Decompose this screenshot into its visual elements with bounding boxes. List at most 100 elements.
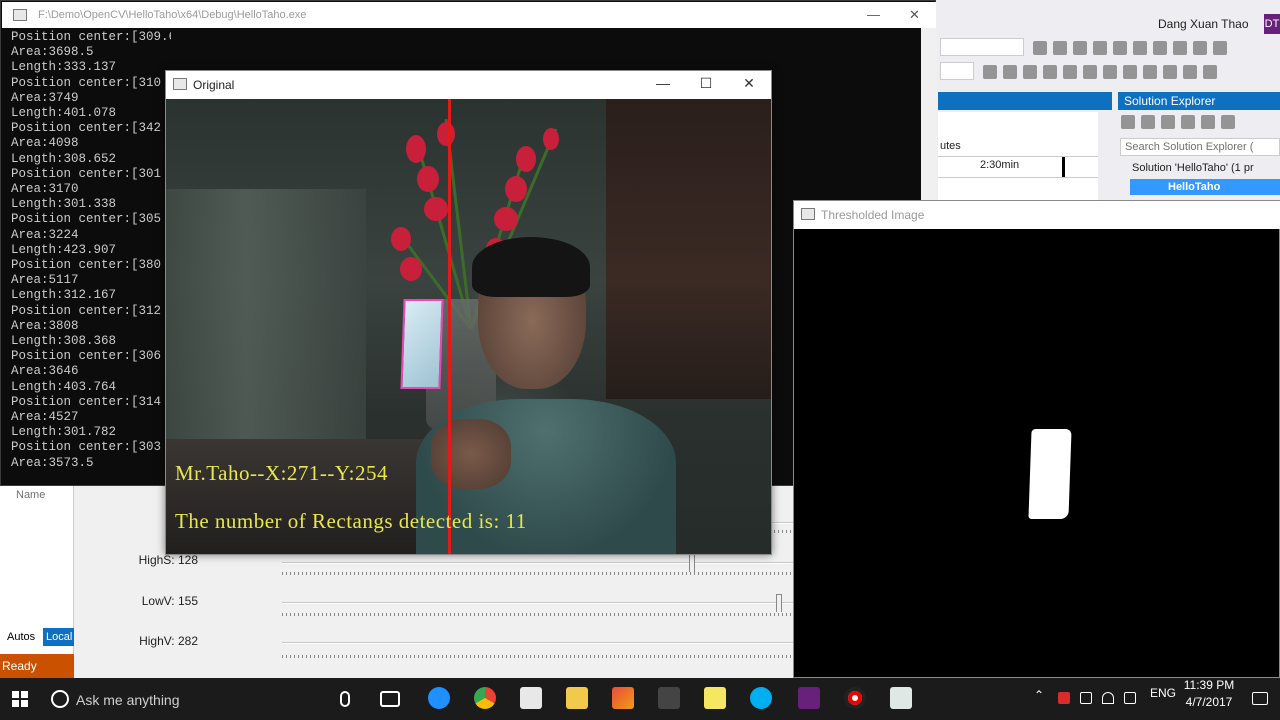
task-view-icon[interactable] [380, 691, 400, 707]
original-window: Original — ☐ ✕ Mr.Taho--X:271--Y:254 The [165, 70, 772, 555]
toolbar-icon[interactable] [1093, 41, 1107, 55]
edge-icon[interactable] [428, 687, 450, 709]
visual-studio-icon[interactable] [798, 687, 820, 709]
toolbar-icon[interactable] [1023, 65, 1037, 79]
console-line: Area:3698.5 [11, 45, 94, 60]
app-icon[interactable] [520, 687, 542, 709]
search-placeholder: Ask me anything [76, 692, 180, 708]
console-line: Position center:[342 [11, 121, 162, 136]
toolbar-icon[interactable] [1113, 41, 1127, 55]
toolbar-icon[interactable] [1053, 41, 1067, 55]
toolbar-icon[interactable] [1163, 65, 1177, 79]
thresholded-title-bar[interactable]: Thresholded Image [794, 201, 1280, 229]
highs-slider-thumb[interactable] [689, 554, 696, 572]
vs-user-name[interactable]: Dang Xuan Thao [1158, 17, 1249, 31]
original-title-bar[interactable]: Original — ☐ ✕ [166, 71, 771, 99]
threshold-blob [1028, 429, 1072, 519]
background-shelf [606, 99, 771, 399]
file-explorer-icon[interactable] [566, 687, 588, 709]
status-bar: Ready [0, 654, 74, 678]
app-icon[interactable] [658, 687, 680, 709]
start-button[interactable] [12, 691, 28, 707]
close-icon[interactable]: ✕ [909, 7, 920, 23]
app-icon[interactable] [612, 687, 634, 709]
app-window-icon[interactable] [890, 687, 912, 709]
lowv-label: LowV: 155 [141, 594, 198, 608]
toolbar-icon[interactable] [1033, 41, 1047, 55]
toolbar-icon[interactable] [1103, 65, 1117, 79]
overlay-coordinates: Mr.Taho--X:271--Y:254 [175, 461, 388, 485]
highs-track[interactable] [282, 562, 866, 564]
collapse-icon[interactable] [1221, 115, 1235, 129]
highv-ticks [282, 655, 866, 658]
console-line: Length:403.764 [11, 379, 117, 394]
solution-node[interactable]: Solution 'HelloTaho' (1 pr [1132, 162, 1254, 174]
overlay-rect-count: The number of Rectangs detected is: 11 [175, 509, 527, 533]
toolbar-icon[interactable] [983, 65, 997, 79]
chrome-icon[interactable] [474, 687, 496, 709]
close-icon[interactable]: ✕ [737, 75, 761, 92]
console-line: Area:3808 [11, 318, 79, 333]
tab-autos[interactable]: Autos [4, 628, 42, 646]
antivirus-icon[interactable] [1058, 692, 1070, 704]
console-line: Area:3170 [11, 182, 79, 197]
console-line: Position center:[306 [11, 349, 162, 364]
project-node[interactable]: HelloTaho [1130, 179, 1280, 195]
clock-date[interactable]: 4/7/2017 [1182, 695, 1236, 709]
toolbar-icon[interactable] [1073, 41, 1087, 55]
console-line: Area:3749 [11, 90, 79, 105]
console-line: Length:423.907 [11, 242, 117, 257]
maximize-icon[interactable]: ☐ [694, 75, 718, 92]
toolbar-icon[interactable] [1193, 41, 1207, 55]
minimize-icon[interactable]: — [867, 7, 880, 22]
lowv-slider-thumb[interactable] [775, 594, 782, 612]
vs-config-dropdown[interactable] [940, 38, 1024, 56]
toolbar-icon[interactable] [1043, 65, 1057, 79]
chevron-up-icon[interactable]: ⌃ [1034, 688, 1046, 702]
toolbar-icon[interactable] [1143, 65, 1157, 79]
vs-platform-dropdown[interactable] [940, 62, 974, 80]
history-icon[interactable] [1181, 115, 1195, 129]
console-line: Length:312.167 [11, 288, 117, 303]
solution-explorer-search[interactable]: Search Solution Explorer ( [1120, 138, 1280, 156]
toolbar-icon[interactable] [1123, 65, 1137, 79]
toolbar-icon[interactable] [1063, 65, 1077, 79]
language-indicator[interactable]: ENG [1150, 686, 1176, 700]
battery-icon[interactable] [1080, 692, 1092, 704]
sync-icon[interactable] [1201, 115, 1215, 129]
cortana-search-box[interactable]: Ask me anything [48, 687, 368, 713]
thresholded-window-title: Thresholded Image [821, 208, 925, 222]
action-center-icon[interactable] [1252, 692, 1268, 705]
forward-icon[interactable] [1141, 115, 1155, 129]
home-icon[interactable] [1161, 115, 1175, 129]
console-line: Position center:[305 [11, 212, 162, 227]
sticky-notes-icon[interactable] [704, 687, 726, 709]
console-line: Area:4527 [11, 410, 79, 425]
microphone-icon[interactable] [340, 691, 350, 707]
volume-icon[interactable] [1124, 692, 1136, 704]
toolbar-icon[interactable] [1203, 65, 1217, 79]
minimize-icon[interactable]: — [651, 75, 675, 91]
person-hand [431, 419, 511, 489]
console-line: Position center:[303 [11, 440, 162, 455]
solution-explorer-title: Solution Explorer [1118, 92, 1280, 110]
toolbar-icon[interactable] [1133, 41, 1147, 55]
toolbar-icon[interactable] [1173, 41, 1187, 55]
skype-icon[interactable] [750, 687, 772, 709]
recorder-icon[interactable] [844, 687, 866, 709]
console-line: Length:308.652 [11, 151, 117, 166]
toolbar-icon[interactable] [1003, 65, 1017, 79]
console-line: Position center:[380 [11, 258, 162, 273]
toolbar-icon[interactable] [1183, 65, 1197, 79]
toolbar-icon[interactable] [1213, 41, 1227, 55]
toolbar-icon[interactable] [1083, 65, 1097, 79]
toolbar-icon[interactable] [1153, 41, 1167, 55]
highv-track[interactable] [282, 642, 866, 644]
tab-locals[interactable]: Local [43, 628, 74, 646]
cortana-icon [51, 690, 69, 708]
wifi-icon[interactable] [1102, 692, 1114, 704]
clock-time[interactable]: 11:39 PM [1182, 678, 1236, 692]
vs-user-badge[interactable]: DT [1264, 14, 1280, 34]
background-curtain [166, 189, 366, 439]
back-icon[interactable] [1121, 115, 1135, 129]
